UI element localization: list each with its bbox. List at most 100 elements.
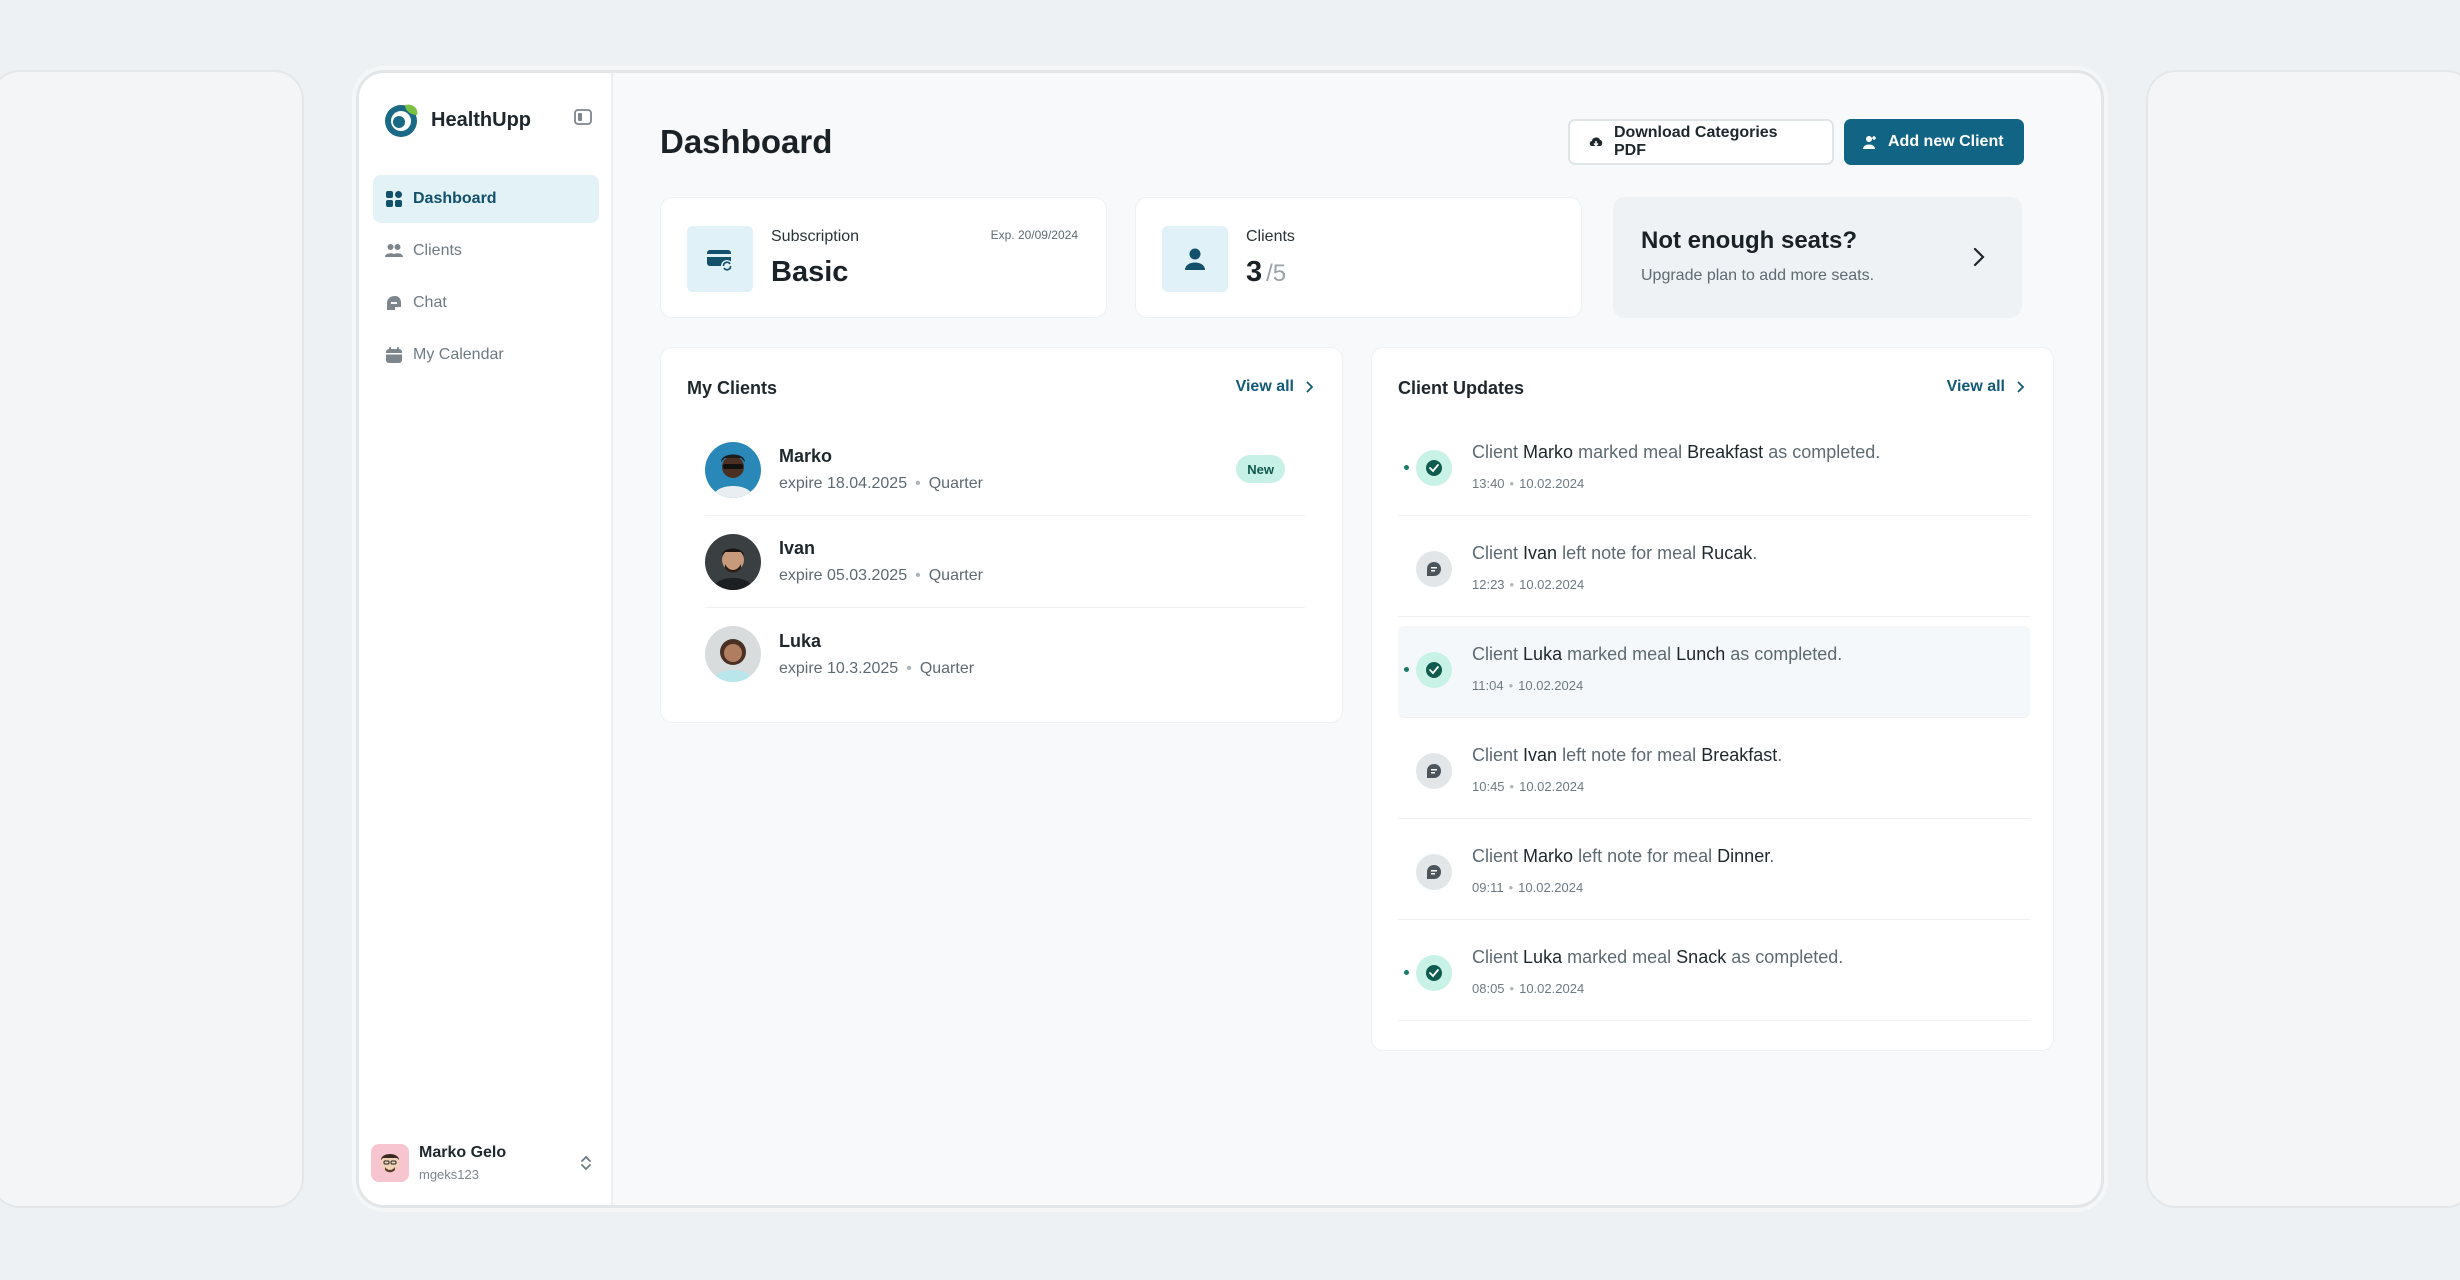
user-menu[interactable]: Marko Gelo mgeks123 bbox=[371, 1135, 601, 1191]
update-date: 10.02.2024 bbox=[1519, 779, 1585, 794]
client-meta: expire 18.04.2025 • Quarter bbox=[779, 475, 983, 493]
update-text: Client Luka marked meal Lunch as complet… bbox=[1472, 644, 1842, 665]
update-row[interactable]: Client Marko left note for meal Dinner. 0… bbox=[1398, 828, 2030, 920]
meta-separator: • bbox=[1508, 678, 1514, 693]
update-suffix: as completed. bbox=[1731, 947, 1844, 967]
update-client-name: Luka bbox=[1523, 947, 1563, 967]
sidebar: HealthUpp Dashboard Clients Chat My Cale… bbox=[359, 73, 613, 1205]
my-clients-panel: My Clients View all Marko expire 18.04.2… bbox=[660, 347, 1343, 723]
update-date: 10.02.2024 bbox=[1519, 981, 1585, 996]
unread-dot bbox=[1404, 970, 1409, 975]
update-meal: Breakfast bbox=[1701, 745, 1778, 765]
avatar bbox=[371, 1144, 409, 1182]
update-time: 08:05 bbox=[1472, 981, 1505, 996]
update-prefix: Client bbox=[1472, 745, 1519, 765]
sidebar-item-dashboard[interactable]: Dashboard bbox=[373, 175, 599, 223]
user-avatar-illustration bbox=[381, 1154, 399, 1173]
note-icon bbox=[1427, 562, 1441, 576]
client-name: Ivan bbox=[779, 538, 816, 558]
update-row[interactable]: Client Marko marked meal Breakfast as co… bbox=[1398, 424, 2030, 516]
sidebar-nav: Dashboard Clients Chat My Calendar bbox=[373, 175, 599, 383]
update-date: 10.02.2024 bbox=[1519, 577, 1585, 592]
unread-dot bbox=[1404, 667, 1409, 672]
sidebar-collapse-icon[interactable] bbox=[573, 107, 593, 127]
update-type-icon bbox=[1416, 551, 1452, 587]
update-timestamp: 13:40 • 10.02.2024 bbox=[1472, 476, 1584, 491]
client-row-ivan[interactable]: Ivan expire 05.03.2025 • Quarter bbox=[705, 516, 1305, 608]
update-action: left note for meal bbox=[1562, 543, 1697, 563]
update-text: Client Marko left note for meal Dinner. bbox=[1472, 846, 1774, 867]
clients-count-value: 3 bbox=[1246, 256, 1263, 288]
clients-icon-tile bbox=[1162, 226, 1228, 292]
status-badge: New bbox=[1236, 455, 1285, 483]
update-prefix: Client bbox=[1472, 644, 1519, 664]
main-content: Dashboard Download Categories PDF Add ne… bbox=[613, 73, 2101, 1205]
calendar-icon bbox=[386, 347, 402, 363]
upgrade-subtitle: Upgrade plan to add more seats. bbox=[1641, 267, 1875, 284]
update-type-icon bbox=[1416, 955, 1452, 991]
client-expiry: expire 05.03.2025 bbox=[779, 567, 908, 584]
update-row[interactable]: Client Luka marked meal Snack as complet… bbox=[1398, 929, 2030, 1021]
meta-separator: • bbox=[1509, 779, 1515, 794]
brand[interactable]: HealthUpp bbox=[383, 101, 531, 139]
note-icon bbox=[1427, 764, 1441, 778]
update-suffix: . bbox=[1752, 543, 1758, 563]
subscription-label: Subscription bbox=[771, 228, 860, 245]
update-suffix: . bbox=[1769, 846, 1775, 866]
client-updates-title: Client Updates bbox=[1398, 378, 1525, 398]
update-client-name: Ivan bbox=[1523, 543, 1558, 563]
user-name: Marko Gelo bbox=[419, 1144, 507, 1161]
update-prefix: Client bbox=[1472, 846, 1519, 866]
clients-count-total: /5 bbox=[1266, 260, 1287, 287]
update-client-name: Marko bbox=[1523, 846, 1574, 866]
update-text: Client Ivan left note for meal Rucak. bbox=[1472, 543, 1757, 564]
client-expiry: expire 18.04.2025 bbox=[779, 475, 908, 492]
add-new-client-button[interactable]: Add new Client bbox=[1844, 119, 2024, 165]
update-timestamp: 12:23 • 10.02.2024 bbox=[1472, 577, 1584, 592]
update-row[interactable]: Client Ivan left note for meal Rucak. 12:… bbox=[1398, 525, 2030, 617]
meta-separator: • bbox=[1508, 880, 1514, 895]
note-icon bbox=[1427, 865, 1441, 879]
sidebar-item-chat[interactable]: Chat bbox=[373, 279, 599, 327]
update-row[interactable]: Client Luka marked meal Lunch as complet… bbox=[1398, 626, 2030, 718]
client-avatar bbox=[705, 533, 761, 590]
chevron-right-icon bbox=[1973, 247, 1985, 267]
sidebar-item-label: Chat bbox=[413, 294, 447, 311]
my-clients-view-all-link[interactable]: View all bbox=[1236, 378, 1314, 396]
meta-separator: • bbox=[1509, 981, 1515, 996]
client-row-luka[interactable]: Luka expire 10.3.2025 • Quarter bbox=[705, 608, 1305, 700]
client-plan: Quarter bbox=[928, 567, 983, 584]
sidebar-item-clients[interactable]: Clients bbox=[373, 227, 599, 275]
healthupp-logo-icon bbox=[385, 104, 418, 137]
sidebar-item-calendar[interactable]: My Calendar bbox=[373, 331, 599, 379]
cloud-download-icon bbox=[1589, 137, 1603, 147]
meta-separator: • bbox=[1509, 476, 1515, 491]
grid-icon bbox=[386, 191, 402, 207]
users-icon bbox=[385, 244, 403, 257]
update-meal: Breakfast bbox=[1687, 442, 1764, 462]
client-expiry: expire 10.3.2025 bbox=[779, 659, 899, 677]
clients-label: Clients bbox=[1246, 228, 1295, 245]
meta-separator: • bbox=[915, 475, 921, 492]
client-updates-view-all-link[interactable]: View all bbox=[1947, 378, 2025, 396]
update-meal: Lunch bbox=[1676, 644, 1726, 664]
client-updates-panel: Client Updates View all Client Marko mar… bbox=[1371, 347, 2054, 1051]
chevron-up-down-icon[interactable] bbox=[579, 1153, 593, 1173]
update-meal: Rucak bbox=[1701, 543, 1753, 563]
update-date: 10.02.2024 bbox=[1518, 678, 1584, 693]
update-type-icon bbox=[1416, 854, 1452, 890]
client-name: Luka bbox=[779, 630, 822, 651]
user-icon bbox=[1185, 248, 1205, 270]
update-action: marked meal bbox=[1567, 947, 1672, 967]
meta-separator: • bbox=[906, 659, 912, 677]
update-meal: Snack bbox=[1676, 947, 1727, 967]
update-time: 09:11 bbox=[1472, 880, 1504, 895]
update-row[interactable]: Client Ivan left note for meal Breakfast… bbox=[1398, 727, 2030, 819]
update-type-icon bbox=[1416, 652, 1452, 688]
background-card-right bbox=[2146, 70, 2460, 1208]
upgrade-plan-card[interactable]: Not enough seats? Upgrade plan to add mo… bbox=[1613, 197, 2022, 318]
update-action: marked meal bbox=[1578, 442, 1683, 462]
subscription-icon-tile bbox=[687, 226, 753, 292]
client-row-marko[interactable]: Marko expire 18.04.2025 • Quarter New bbox=[705, 424, 1305, 516]
download-categories-pdf-button[interactable]: Download Categories PDF bbox=[1568, 119, 1834, 165]
